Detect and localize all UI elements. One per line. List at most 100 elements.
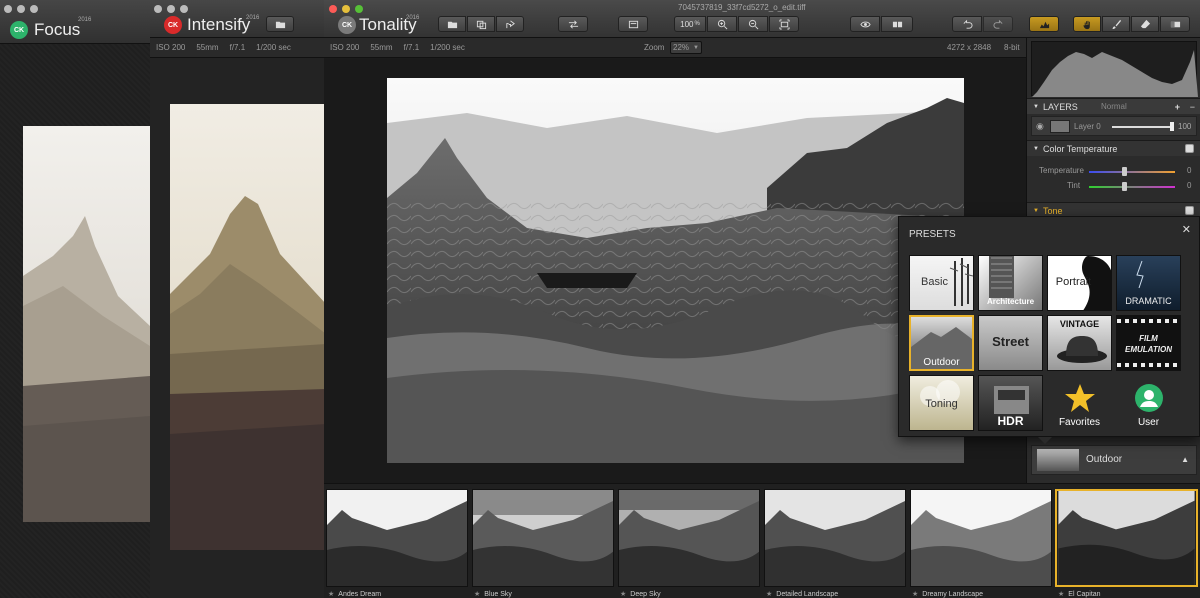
window-controls[interactable] [154, 5, 188, 13]
intensify-open-button[interactable] [266, 16, 294, 32]
preset-label: User [1137, 417, 1160, 428]
preset-thumbnail[interactable] [764, 489, 906, 587]
view-mode-button[interactable] [618, 16, 648, 32]
eye-icon [859, 21, 871, 27]
blend-mode-select[interactable]: Normal [1101, 102, 1127, 111]
filmstrip-item[interactable]: ★ Dreamy Landscape [912, 590, 983, 598]
preset-label: HDR [997, 414, 1024, 428]
eraser-tool-button[interactable] [1131, 16, 1159, 32]
preset-thumbnail[interactable] [910, 489, 1052, 587]
undo-icon [963, 19, 972, 29]
preset-label: Favorites [1058, 417, 1101, 428]
zoom-in-button[interactable] [707, 16, 737, 32]
split-view-button[interactable] [881, 16, 913, 32]
opacity-slider[interactable] [1112, 126, 1172, 128]
star-icon[interactable]: ★ [474, 590, 480, 598]
preset-street[interactable]: Street [978, 315, 1043, 371]
focus-photo-image [23, 126, 150, 522]
star-icon[interactable]: ★ [328, 590, 334, 598]
close-icon[interactable]: ✕ [1182, 223, 1191, 236]
brush-tool-button[interactable] [1102, 16, 1130, 32]
zoom-out-button[interactable] [738, 16, 768, 32]
preset-thumbnail[interactable] [472, 489, 614, 587]
intensify-photo[interactable] [170, 104, 326, 550]
filmstrip-item[interactable]: ★ Andes Dream [328, 590, 381, 598]
brush-icon [1111, 19, 1121, 29]
window-controls[interactable] [4, 5, 38, 13]
share-icon [505, 19, 515, 28]
compare-button[interactable] [558, 16, 588, 32]
tint-row: Tint 0 [1027, 181, 1200, 193]
filmstrip-item[interactable]: ★ Blue Sky [474, 590, 512, 598]
preset-architecture[interactable]: Architecture [978, 255, 1043, 311]
film-strip-top [1117, 319, 1180, 323]
tint-slider[interactable] [1089, 186, 1175, 188]
star-icon[interactable]: ★ [1058, 590, 1064, 598]
add-layer-button[interactable]: + [1175, 102, 1180, 112]
close-icon[interactable] [329, 5, 337, 13]
layers-header[interactable]: ▼ LAYERS Normal + − [1027, 98, 1200, 114]
filmstrip-item[interactable]: ★ Deep Sky [620, 590, 661, 598]
star-icon[interactable]: ★ [766, 590, 772, 598]
tonality-app-year: 2016 [406, 15, 420, 21]
preset-favorites[interactable]: Favorites [1047, 375, 1112, 431]
zoom-100-button[interactable]: 100% [674, 16, 706, 32]
tone-title: Tone [1042, 205, 1063, 216]
main-photo[interactable] [387, 78, 964, 463]
fit-screen-button[interactable] [769, 16, 799, 32]
filmstrip-item[interactable]: ★ Detailed Landscape [766, 590, 838, 598]
preset-thumbnail[interactable] [326, 489, 468, 587]
hand-tool-button[interactable] [1073, 16, 1101, 32]
filmstrip-item[interactable]: ★ El Capitan [1058, 590, 1101, 598]
minimize-icon[interactable] [342, 5, 350, 13]
preset-thumbnail-selected[interactable] [1055, 489, 1198, 587]
focus-logo-icon: CK [10, 21, 28, 39]
color-temperature-checkbox[interactable] [1185, 144, 1194, 153]
preview-button[interactable] [850, 16, 880, 32]
star-icon[interactable]: ★ [912, 590, 918, 598]
focal-length: 55mm [196, 43, 219, 52]
preset-label: VINTAGE [1059, 319, 1100, 329]
tint-value: 0 [1187, 181, 1192, 190]
chevron-up-icon[interactable]: ▲ [1181, 455, 1189, 464]
gradient-tool-button[interactable] [1160, 16, 1190, 32]
opacity-slider-thumb[interactable] [1170, 122, 1174, 131]
histogram-toggle-button[interactable] [1029, 16, 1059, 32]
layer-row[interactable]: ◉ Layer 0 100 [1031, 116, 1197, 136]
presets-popup: PRESETS ✕ Basic Architecture Portrait DR… [898, 216, 1200, 437]
preset-portrait[interactable]: Portrait [1047, 255, 1112, 311]
window-controls[interactable] [329, 5, 363, 13]
zoom-icon[interactable] [355, 5, 363, 13]
batch-button[interactable] [467, 16, 495, 32]
star-icon[interactable]: ★ [620, 590, 626, 598]
thumbnail-image [1058, 491, 1195, 585]
filmstrip-label: El Capitan [1068, 590, 1101, 598]
temperature-slider-thumb[interactable] [1122, 167, 1127, 176]
preset-thumbnail[interactable] [618, 489, 760, 587]
export-button[interactable] [496, 16, 524, 32]
current-preset-bar[interactable]: Outdoor ▲ [1031, 445, 1197, 475]
preset-vintage[interactable]: VINTAGE [1047, 315, 1112, 371]
file-name: 7045737819_33f7cd5272_o_edit.tiff [678, 3, 806, 12]
preset-label: Toning [925, 398, 958, 410]
preset-toning[interactable]: Toning [909, 375, 974, 431]
preset-film-emulation[interactable]: FILM EMULATION [1116, 315, 1181, 371]
open-button[interactable] [438, 16, 466, 32]
zoom-select[interactable]: 22% ▼ [670, 41, 702, 54]
preset-dramatic[interactable]: DRAMATIC [1116, 255, 1181, 311]
presets-title: PRESETS [909, 229, 956, 240]
preset-outdoor[interactable]: Outdoor [909, 315, 974, 371]
eye-icon[interactable]: ◉ [1036, 121, 1044, 132]
tint-slider-thumb[interactable] [1122, 182, 1127, 191]
color-temperature-header[interactable]: ▼ Color Temperature [1027, 140, 1200, 156]
temperature-slider[interactable] [1089, 171, 1175, 173]
tone-checkbox[interactable] [1185, 206, 1194, 215]
preset-basic[interactable]: Basic [909, 255, 974, 311]
focus-photo[interactable] [23, 126, 150, 522]
tonality-logo-icon: CK [338, 16, 356, 34]
preset-user[interactable]: User [1116, 375, 1181, 431]
redo-button[interactable] [983, 16, 1013, 32]
preset-hdr[interactable]: HDR [978, 375, 1043, 431]
remove-layer-button[interactable]: − [1190, 102, 1195, 112]
undo-button[interactable] [952, 16, 982, 32]
